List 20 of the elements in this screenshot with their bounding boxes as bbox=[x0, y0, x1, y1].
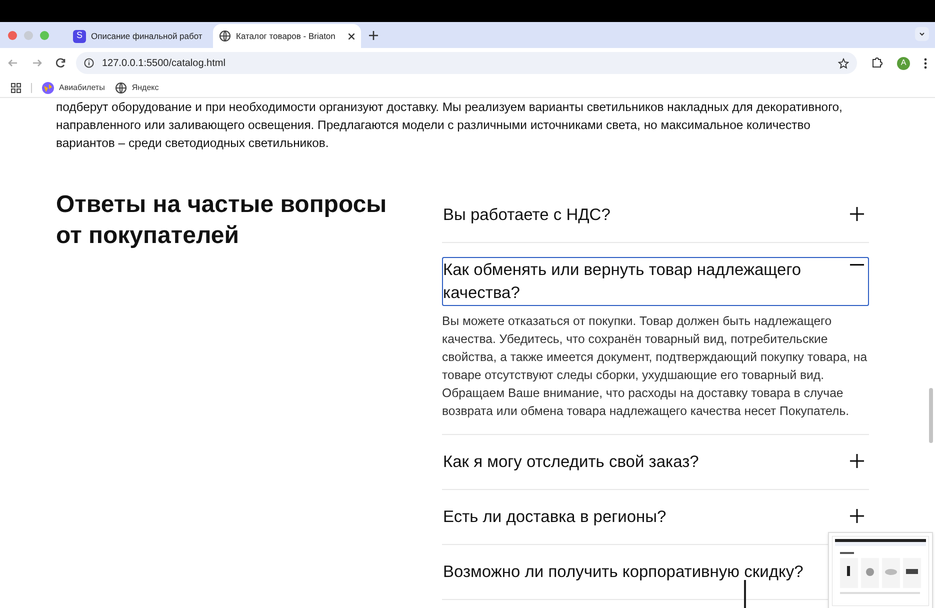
faq-heading: Ответы на частые вопросы от покупателей bbox=[56, 190, 388, 251]
question-text: Как я могу отследить свой заказ? bbox=[443, 452, 699, 473]
answer-text: Вы можете отказаться от покупки. Товар должен быть надлежащего качества. Убедитесь, что сохранён товарный вид, потребительские свойства, а также имеется документ, подтверждающий покупку товара, на товаре отсутствуют следы сборки, ухудшающие его товарный вид. Обращаем Ваше внимание, что расходы на доставку товара в случае возврата или обмена товара надлежащего качества несет Покупатель. bbox=[442, 313, 868, 420]
bookmark[interactable]: Яндекс bbox=[114, 82, 159, 94]
faq-question[interactable]: Вы работаете с НДС? bbox=[442, 202, 869, 228]
tab-title: Описание финальной работ bbox=[91, 30, 202, 42]
question-text: Возможно ли получить корпоративную скидку? bbox=[443, 562, 804, 583]
address-bar[interactable]: 127.0.0.1:5500/catalog.html bbox=[76, 52, 857, 74]
url-text: 127.0.0.1:5500/catalog.html bbox=[102, 56, 226, 70]
faq-question[interactable]: Есть ли доставка в регионы? bbox=[442, 504, 869, 530]
question-text: Вы работаете с НДС? bbox=[443, 205, 610, 226]
browser-tab[interactable]: Каталог товаров - Briaton bbox=[213, 24, 361, 48]
bookmark[interactable]: Авиабилеты bbox=[42, 82, 105, 94]
faq-question[interactable]: Как обменять или вернуть товар надлежащего качества? bbox=[442, 257, 869, 306]
faq-question[interactable]: Как я могу отследить свой заказ? bbox=[442, 449, 869, 475]
question-text: Как обменять или вернуть товар надлежащего качества? bbox=[443, 260, 802, 304]
question-text: Есть ли доставка в регионы? bbox=[443, 507, 666, 528]
site-icon: S bbox=[73, 30, 86, 42]
intro-paragraph: подберут оборудование и при необходимости организуют доставку. Мы реализуем варианты светильников накладных для декоративного, направленного или заливающего освещения. Предлагаются модели с различными источниками света, но максимальное количество вариантов – среди светодиодных светильников. bbox=[56, 99, 844, 152]
tab-title: Каталог товаров - Briaton bbox=[236, 30, 336, 42]
